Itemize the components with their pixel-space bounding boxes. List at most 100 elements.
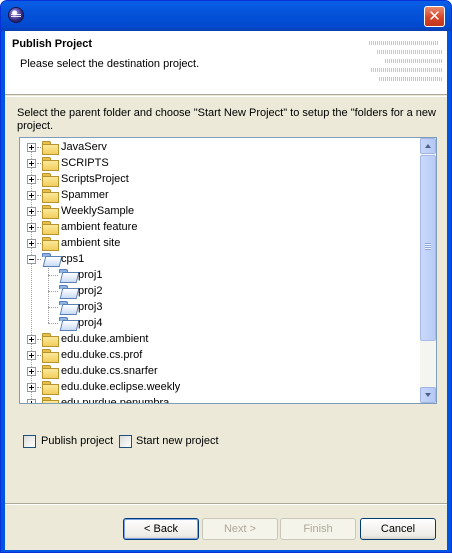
finish-button[interactable]: Finish xyxy=(280,518,356,540)
start-new-project-label: Start new project xyxy=(136,435,219,447)
expand-icon[interactable] xyxy=(27,399,36,403)
wizard-banner: Publish Project Please select the destin… xyxy=(5,31,447,95)
open-folder-icon xyxy=(59,317,75,330)
tree-branch-line xyxy=(37,355,41,356)
folder-icon xyxy=(42,189,59,203)
tree-branch-line xyxy=(37,259,41,260)
folder-icon xyxy=(42,141,59,155)
scroll-down-button[interactable] xyxy=(420,387,436,403)
tree-branch-line xyxy=(48,291,58,292)
tree-item-label: edu.duke.eclipse.weekly xyxy=(61,381,181,393)
tree-item[interactable]: edu.purdue.penumbra xyxy=(20,395,418,403)
tree-item[interactable]: ambient feature xyxy=(20,219,418,235)
title-bar[interactable]: ✕ xyxy=(1,1,451,31)
tree-branch-line xyxy=(37,179,41,180)
tree-item-label: ambient site xyxy=(61,237,121,249)
tree-item[interactable]: JavaServ xyxy=(20,139,418,155)
scroll-thumb[interactable] xyxy=(420,155,436,341)
folder-icon xyxy=(42,157,59,171)
expand-icon[interactable] xyxy=(27,223,36,232)
tree-child-item[interactable]: proj4 xyxy=(20,315,418,331)
expand-icon[interactable] xyxy=(27,335,36,344)
open-folder-icon xyxy=(59,285,75,298)
tree-item[interactable]: cps1 xyxy=(20,251,418,267)
tree-item-label: JavaServ xyxy=(61,141,107,153)
tree-item-label: proj3 xyxy=(78,301,103,313)
tree-item-label: proj4 xyxy=(78,317,103,329)
folder-icon xyxy=(42,237,59,251)
button-bar-divider-highlight xyxy=(5,504,447,505)
dialog-client-area: Publish Project Please select the destin… xyxy=(5,31,447,550)
tree-item[interactable]: edu.duke.ambient xyxy=(20,331,418,347)
scroll-up-button[interactable] xyxy=(420,138,436,154)
expand-icon[interactable] xyxy=(27,175,36,184)
publish-project-option[interactable]: Publish project xyxy=(23,434,123,450)
tree-branch-line xyxy=(37,339,41,340)
tree-item-label: cps1 xyxy=(61,253,85,265)
tree-item[interactable]: WeeklySample xyxy=(20,203,418,219)
project-tree[interactable]: JavaServ SCRIPTS ScriptsProject Spammer Week… xyxy=(19,137,437,404)
tree-item-label: edu.purdue.penumbra xyxy=(61,397,170,403)
eclipse-icon xyxy=(8,7,24,23)
tree-branch-line xyxy=(48,323,58,324)
page-title: Publish Project xyxy=(12,38,93,50)
vertical-scrollbar[interactable] xyxy=(420,138,436,403)
back-button[interactable]: < Back xyxy=(123,518,199,540)
tree-item-label: proj2 xyxy=(78,285,103,297)
expand-icon[interactable] xyxy=(27,159,36,168)
start-new-project-option[interactable]: Start new project xyxy=(119,434,239,450)
tree-branch-line xyxy=(37,371,41,372)
expand-icon[interactable] xyxy=(27,143,36,152)
tree-item[interactable]: edu.duke.eclipse.weekly xyxy=(20,379,418,395)
tree-item-label: ambient feature xyxy=(61,221,138,233)
collapse-icon[interactable] xyxy=(27,255,36,264)
expand-icon[interactable] xyxy=(27,207,36,216)
start-new-project-checkbox[interactable] xyxy=(119,435,132,448)
tree-branch-line xyxy=(37,147,41,148)
tree-item-label: ScriptsProject xyxy=(61,173,129,185)
publish-project-checkbox[interactable] xyxy=(23,435,36,448)
open-folder-icon xyxy=(59,269,75,282)
expand-icon[interactable] xyxy=(27,367,36,376)
banner-divider xyxy=(5,96,447,97)
cancel-button[interactable]: Cancel xyxy=(360,518,436,540)
tree-child-item[interactable]: proj2 xyxy=(20,283,418,299)
folder-icon xyxy=(42,173,59,187)
folder-icon xyxy=(42,397,59,403)
tree-item[interactable]: ScriptsProject xyxy=(20,171,418,187)
page-description: Please select the destination project. xyxy=(20,58,200,70)
tree-item[interactable]: SCRIPTS xyxy=(20,155,418,171)
banner-image xyxy=(369,41,443,89)
expand-icon[interactable] xyxy=(27,191,36,200)
tree-branch-line xyxy=(37,163,41,164)
tree-branch-line xyxy=(48,275,58,276)
tree-branch-line xyxy=(48,307,58,308)
expand-icon[interactable] xyxy=(27,383,36,392)
tree-item[interactable]: Spammer xyxy=(20,187,418,203)
expand-icon[interactable] xyxy=(27,239,36,248)
tree-item-label: SCRIPTS xyxy=(61,157,109,169)
dialog-window: ✕ Publish Project Please select the dest… xyxy=(0,0,452,553)
tree-item[interactable]: ambient site xyxy=(20,235,418,251)
next-button[interactable]: Next > xyxy=(202,518,278,540)
tree-child-item[interactable]: proj3 xyxy=(20,299,418,315)
folder-icon xyxy=(42,365,59,379)
publish-project-label: Publish project xyxy=(41,435,114,447)
folder-icon xyxy=(42,221,59,235)
tree-branch-line xyxy=(37,387,41,388)
instructions-text: Select the parent folder and choose "Sta… xyxy=(17,107,436,132)
tree-item-label: edu.duke.cs.prof xyxy=(61,349,143,361)
close-button[interactable]: ✕ xyxy=(424,6,445,27)
tree-branch-line xyxy=(37,211,41,212)
tree-item-label: Spammer xyxy=(61,189,109,201)
tree-branch-line xyxy=(37,243,41,244)
tree-viewport: JavaServ SCRIPTS ScriptsProject Spammer Week… xyxy=(20,138,420,403)
folder-icon xyxy=(42,205,59,219)
tree-child-item[interactable]: proj1 xyxy=(20,267,418,283)
expand-icon[interactable] xyxy=(27,351,36,360)
tree-item[interactable]: edu.duke.cs.snarfer xyxy=(20,363,418,379)
folder-icon xyxy=(42,349,59,363)
tree-item[interactable]: edu.duke.cs.prof xyxy=(20,347,418,363)
tree-item-label: edu.duke.ambient xyxy=(61,333,149,345)
folder-icon xyxy=(42,333,59,347)
